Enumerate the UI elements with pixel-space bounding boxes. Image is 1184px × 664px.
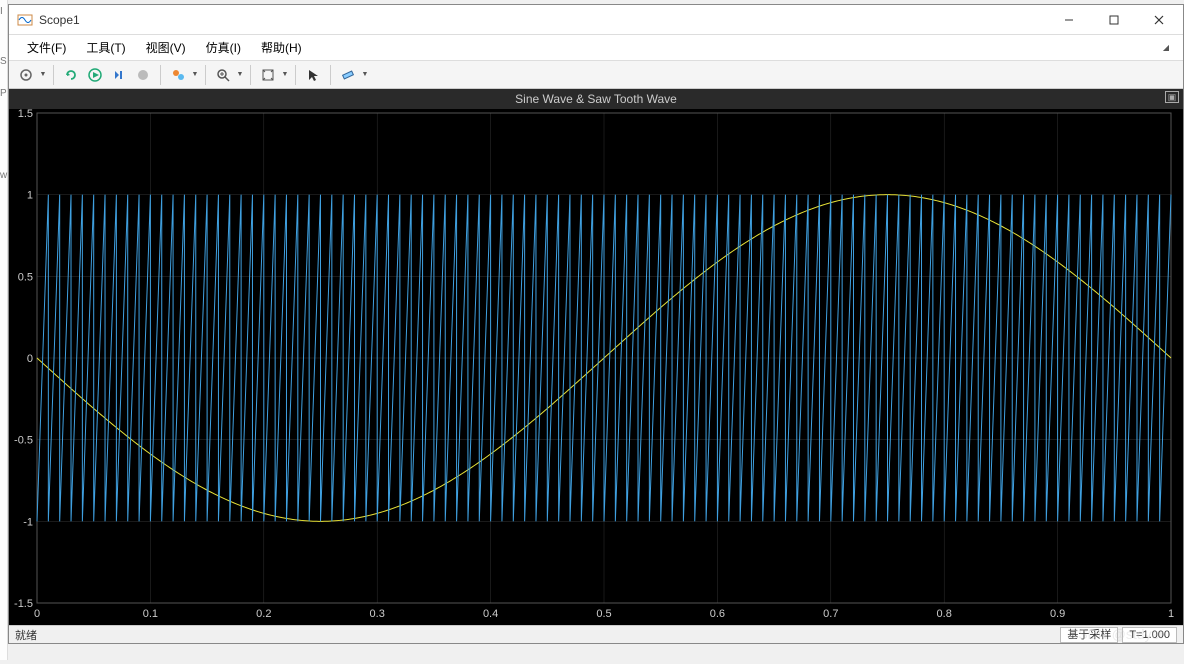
menu-sim[interactable]: 仿真(I) (196, 36, 251, 59)
close-button[interactable] (1136, 6, 1181, 34)
svg-text:0.2: 0.2 (256, 608, 271, 620)
plot-maximize-icon[interactable]: ▣ (1165, 91, 1179, 103)
svg-text:0.4: 0.4 (483, 608, 498, 620)
autoscale-button[interactable] (257, 64, 279, 86)
svg-text:0.5: 0.5 (596, 608, 611, 620)
menu-view[interactable]: 视图(V) (136, 36, 196, 59)
window-title: Scope1 (39, 13, 1046, 27)
settings-button[interactable] (15, 64, 37, 86)
menu-help[interactable]: 帮助(H) (251, 36, 312, 59)
menu-file[interactable]: 文件(F) (17, 36, 76, 59)
titlebar: Scope1 (9, 5, 1183, 35)
chevron-down-icon[interactable]: ▼ (191, 71, 199, 78)
scope-window: Scope1 文件(F) 工具(T) 视图(V) 仿真(I) 帮助(H) ◢ ▼… (8, 4, 1184, 644)
measure-button[interactable] (337, 64, 359, 86)
svg-text:-1.5: -1.5 (14, 598, 33, 610)
svg-text:0.8: 0.8 (937, 608, 952, 620)
svg-text:0.9: 0.9 (1050, 608, 1065, 620)
plot-area[interactable]: Sine Wave & Saw Tooth Wave ▣ 00.10.20.30… (9, 89, 1183, 625)
svg-text:1.5: 1.5 (18, 109, 33, 120)
statusbar: 就绪 基于采样 T=1.000 (9, 625, 1183, 643)
chevron-down-icon[interactable]: ▼ (236, 71, 244, 78)
svg-text:0.6: 0.6 (710, 608, 725, 620)
run-button[interactable] (84, 64, 106, 86)
restart-button[interactable] (60, 64, 82, 86)
plot-canvas: 0 0.1 0.2 0.3 0.4 0.5 0.6 0.7 0.8 0.9 1 -1.5 -1 -0.5 0… (9, 109, 1183, 625)
app-icon (17, 12, 33, 28)
svg-text:1: 1 (27, 190, 33, 202)
menu-tools[interactable]: 工具(T) (76, 36, 135, 59)
cursor-button[interactable] (302, 64, 324, 86)
svg-text:1: 1 (1168, 608, 1174, 620)
svg-text:-1: -1 (23, 516, 33, 528)
chevron-down-icon[interactable]: ▼ (39, 71, 47, 78)
status-mode: 基于采样 (1060, 627, 1118, 643)
toolbar: ▼ ▼ ▼ ▼ ▼ (9, 61, 1183, 89)
svg-text:0: 0 (34, 608, 40, 620)
svg-text:0.7: 0.7 (823, 608, 838, 620)
stop-button[interactable] (132, 64, 154, 86)
maximize-button[interactable] (1091, 6, 1136, 34)
svg-text:0: 0 (27, 353, 33, 365)
svg-text:0.5: 0.5 (18, 271, 33, 283)
menubar: 文件(F) 工具(T) 视图(V) 仿真(I) 帮助(H) ◢ (9, 35, 1183, 61)
minimize-button[interactable] (1046, 6, 1091, 34)
step-button[interactable] (108, 64, 130, 86)
svg-text:-0.5: -0.5 (14, 435, 33, 447)
chevron-down-icon[interactable]: ▼ (361, 71, 369, 78)
svg-text:0.1: 0.1 (143, 608, 158, 620)
menu-overflow-icon[interactable]: ◢ (1163, 43, 1175, 52)
status-ready: 就绪 (15, 627, 37, 643)
svg-text:0.3: 0.3 (370, 608, 385, 620)
highlight-button[interactable] (167, 64, 189, 86)
chevron-down-icon[interactable]: ▼ (281, 71, 289, 78)
status-time: T=1.000 (1122, 627, 1177, 643)
plot-title: Sine Wave & Saw Tooth Wave (9, 89, 1183, 109)
zoom-button[interactable] (212, 64, 234, 86)
